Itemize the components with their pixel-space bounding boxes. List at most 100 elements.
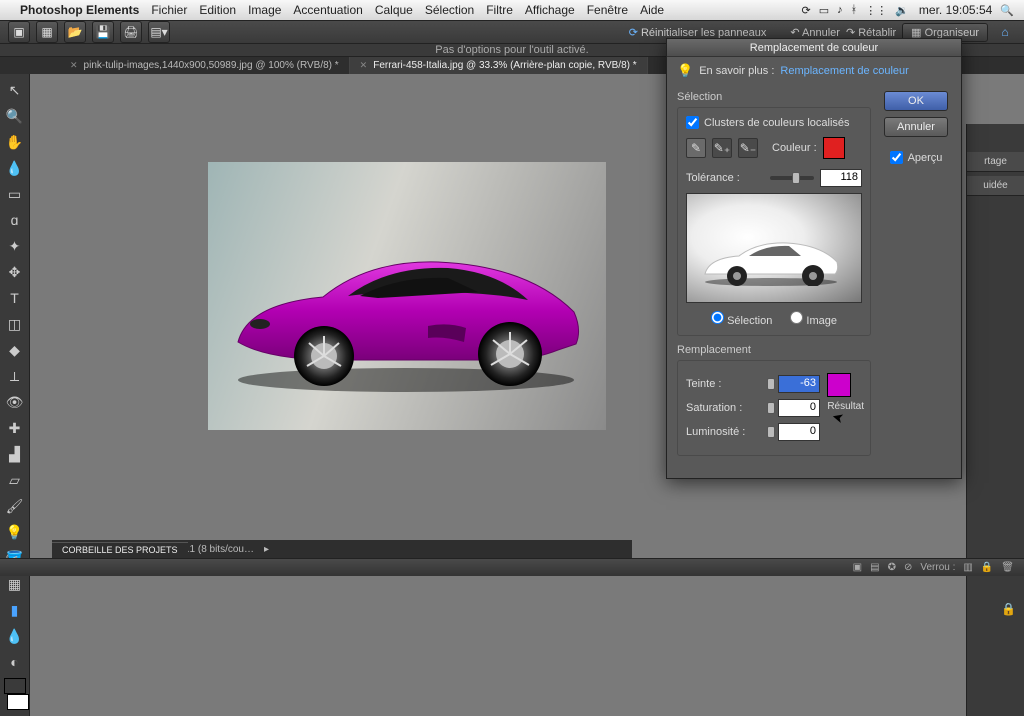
redeye-tool[interactable]: 👁	[4, 392, 26, 412]
replacement-group-label: Remplacement	[677, 344, 871, 356]
sat-slider[interactable]	[770, 406, 772, 410]
clusters-checkbox[interactable]: Clusters de couleurs localisés	[686, 116, 862, 129]
brush-tool[interactable]: 🖌	[4, 496, 26, 516]
stamp-tool[interactable]: ▟	[4, 444, 26, 464]
sync-icon[interactable]: ⟳	[801, 4, 810, 17]
app-name[interactable]: Photoshop Elements	[20, 3, 139, 17]
color-label: Couleur :	[772, 142, 817, 154]
menu-calque[interactable]: Calque	[375, 3, 413, 17]
crop-tool[interactable]: ◫	[4, 314, 26, 334]
radio-selection[interactable]: Sélection	[711, 311, 772, 327]
selection-tool[interactable]: ✥	[4, 262, 26, 282]
close-icon[interactable]: ✕	[360, 60, 368, 71]
menu-image[interactable]: Image	[248, 3, 281, 17]
menu-fenetre[interactable]: Fenêtre	[587, 3, 628, 17]
bottom-icon[interactable]: ▣	[853, 562, 862, 573]
menu-fichier[interactable]: Fichier	[151, 3, 187, 17]
toolbar-btn-1[interactable]: ▣	[8, 21, 30, 43]
zoom-tool[interactable]: 🔍	[4, 106, 26, 126]
cookie-tool[interactable]: ◆	[4, 340, 26, 360]
dialog-title[interactable]: Remplacement de couleur	[667, 39, 961, 57]
lum-input[interactable]: 0	[778, 423, 820, 441]
menu-accentuation[interactable]: Accentuation	[293, 3, 362, 17]
eyedropper-plus-icon[interactable]: ✎₊	[712, 138, 732, 158]
toolbar-layout[interactable]: ▤▾	[148, 21, 170, 43]
menu-affichage[interactable]: Affichage	[525, 3, 575, 17]
wand-tool[interactable]: ✦	[4, 236, 26, 256]
close-icon[interactable]: ✕	[70, 60, 78, 71]
straighten-tool[interactable]: ⟂	[4, 366, 26, 386]
smart-brush-tool[interactable]: 💡	[4, 522, 26, 542]
blur-tool[interactable]: 💧	[4, 626, 26, 646]
tab-ferrari[interactable]: ✕ Ferrari-458-Italia.jpg @ 33.3% (Arrièr…	[350, 57, 648, 74]
bottom-icon[interactable]: 🔒	[981, 562, 993, 573]
menu-filtre[interactable]: Filtre	[486, 3, 513, 17]
color-replace-dialog: Remplacement de couleur 💡 En savoir plus…	[666, 38, 962, 479]
dialog-hint: 💡 En savoir plus : Remplacement de coule…	[667, 57, 961, 85]
shape-tool[interactable]: ▮	[4, 600, 26, 620]
hue-label: Teinte :	[686, 378, 764, 390]
bottom-icon[interactable]: ✪	[888, 562, 896, 573]
menu-selection[interactable]: Sélection	[425, 3, 474, 17]
tool-column-a: ↖ 🔍 ✋ 💧 ▭ ɑ ✦ ✥ T ◫ ◆ ⟂ 👁 ✚ ▟ ▱ 🖌 💡 🪣 ▦ …	[0, 74, 30, 716]
bluetooth-icon[interactable]: ᚼ	[851, 4, 858, 16]
tolerance-label: Tolérance :	[686, 172, 764, 184]
selection-preview[interactable]	[686, 193, 862, 303]
bottom-icon[interactable]: ⊘	[904, 562, 912, 573]
volume-icon[interactable]: 🔉	[895, 4, 909, 17]
sample-color-swatch[interactable]	[823, 137, 845, 159]
hue-input[interactable]: -63	[778, 375, 820, 393]
hue-slider[interactable]	[770, 382, 772, 386]
redo-link[interactable]: ↷ Rétablir	[846, 26, 896, 39]
type-tool[interactable]: T	[4, 288, 26, 308]
toolbar-btn-save[interactable]: 💾	[92, 21, 114, 43]
result-color-swatch[interactable]	[827, 373, 851, 397]
tab-pink-tulip[interactable]: ✕ pink-tulip-images,1440x900,50989.jpg @…	[60, 57, 350, 74]
guided-tab[interactable]: uidée	[967, 176, 1024, 196]
eyedropper-icon[interactable]: ✎	[686, 138, 706, 158]
marquee-tool[interactable]: ▭	[4, 184, 26, 204]
hint-link[interactable]: Remplacement de couleur	[780, 65, 908, 77]
menu-edition[interactable]: Edition	[199, 3, 236, 17]
radio-image[interactable]: Image	[790, 311, 837, 327]
toolbar-btn-print[interactable]: 🖨	[120, 21, 142, 43]
tolerance-slider[interactable]	[770, 176, 814, 180]
move-tool[interactable]: ↖	[4, 80, 26, 100]
display-icon[interactable]: ▭	[819, 4, 829, 17]
menubar-clock[interactable]: mer. 19:05:54	[919, 3, 992, 17]
heal-tool[interactable]: ✚	[4, 418, 26, 438]
toolbar-btn-open[interactable]: 📂	[64, 21, 86, 43]
undo-link[interactable]: ↶ Annuler	[790, 26, 840, 39]
clusters-input[interactable]	[686, 116, 699, 129]
eyedropper-minus-icon[interactable]: ✎₋	[738, 138, 758, 158]
eyedropper-tool[interactable]: 💧	[4, 158, 26, 178]
ok-button[interactable]: OK	[884, 91, 948, 111]
lasso-tool[interactable]: ɑ	[4, 210, 26, 230]
cancel-button[interactable]: Annuler	[884, 117, 948, 137]
wifi-icon[interactable]: ⋮⋮	[865, 4, 887, 17]
foreground-color[interactable]	[4, 678, 26, 694]
document-canvas[interactable]	[208, 162, 606, 430]
status-chevron-icon[interactable]: ▸	[264, 544, 269, 555]
toolbar-btn-2[interactable]: ▦	[36, 21, 58, 43]
tolerance-input[interactable]: 118	[820, 169, 862, 187]
reset-panels[interactable]: ⟳ Réinitialiser les panneaux	[629, 26, 767, 39]
menu-aide[interactable]: Aide	[640, 3, 664, 17]
lock-icon[interactable]: 🔒	[1001, 602, 1016, 616]
bottom-icon[interactable]: ▥	[963, 562, 972, 573]
gradient-tool[interactable]: ▦	[4, 574, 26, 594]
home-icon[interactable]: ⌂	[994, 21, 1016, 43]
bottom-icon[interactable]: 🗑	[1001, 562, 1014, 573]
sponge-tool[interactable]: ◐	[4, 652, 26, 672]
sat-input[interactable]: 0	[778, 399, 820, 417]
share-tab[interactable]: rtage	[967, 152, 1024, 172]
project-bin-tab[interactable]: CORBEILLE DES PROJETS	[52, 542, 188, 558]
bottom-icon[interactable]: ▤	[870, 562, 879, 573]
hand-tool[interactable]: ✋	[4, 132, 26, 152]
spotlight-icon[interactable]: 🔍	[1000, 4, 1014, 17]
background-color[interactable]	[7, 694, 29, 710]
preview-checkbox[interactable]: Aperçu	[890, 151, 943, 164]
lum-slider[interactable]	[770, 430, 772, 434]
eraser-tool[interactable]: ▱	[4, 470, 26, 490]
audio-icon[interactable]: ♪	[837, 4, 843, 16]
